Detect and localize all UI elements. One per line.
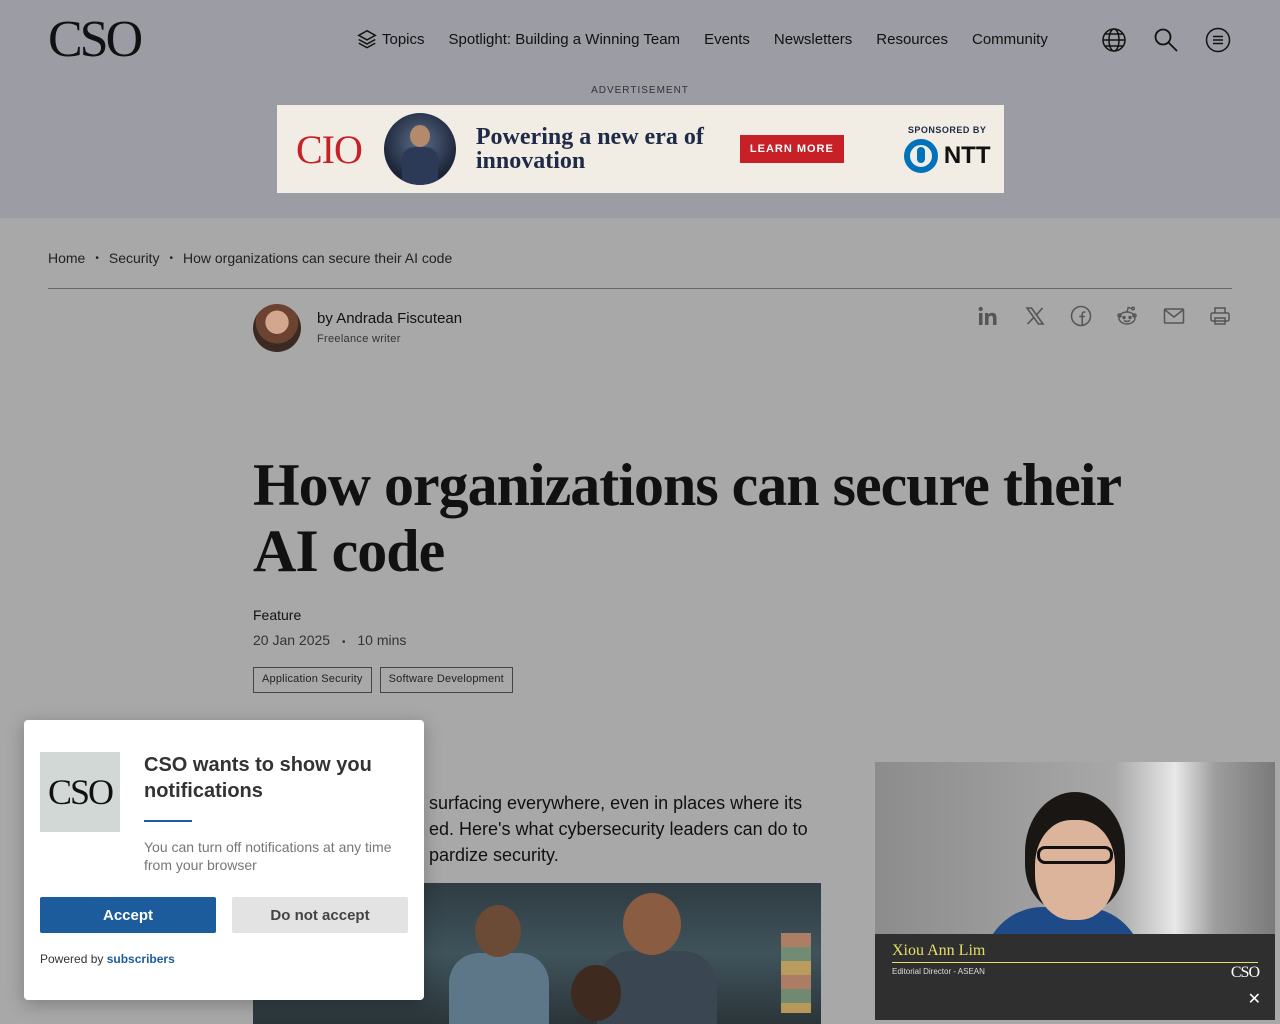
video-speaker-role: Editorial Director - ASEAN bbox=[892, 967, 985, 976]
nav-resources[interactable]: Resources bbox=[876, 31, 948, 48]
subscribers-link[interactable]: subscribers bbox=[107, 952, 175, 966]
nav-topics-label: Topics bbox=[382, 30, 425, 48]
main-nav: Topics Spotlight: Building a Winning Tea… bbox=[356, 28, 1072, 50]
globe-icon[interactable] bbox=[1101, 27, 1127, 53]
article-title: How organizations can secure their AI co… bbox=[253, 452, 1121, 584]
linkedin-icon[interactable] bbox=[977, 305, 999, 327]
nav-topics[interactable]: Topics bbox=[356, 28, 425, 50]
video-speaker-name: Xiou Ann Lim bbox=[892, 942, 986, 959]
ad-brand: CIO bbox=[296, 126, 363, 172]
menu-icon[interactable] bbox=[1205, 27, 1231, 53]
article-meta: 20 Jan 2025 • 10 mins bbox=[253, 632, 406, 648]
article-read-time: 10 mins bbox=[357, 632, 407, 648]
ad-label: ADVERTISEMENT bbox=[591, 85, 689, 96]
article-dek-text: surfacing everywhere, even in places whe… bbox=[429, 793, 808, 865]
ntt-ring-icon bbox=[903, 139, 938, 173]
hero-sticky-notes bbox=[781, 933, 811, 1013]
author-byline: by Andrada Fiscutean bbox=[317, 310, 462, 327]
close-icon[interactable]: ✕ bbox=[1248, 992, 1261, 1008]
tag-application-security[interactable]: Application Security bbox=[253, 667, 372, 693]
ntt-logo: NTT bbox=[903, 139, 991, 173]
article-kicker: Feature bbox=[253, 607, 302, 623]
author-role: Freelance writer bbox=[317, 333, 401, 345]
facebook-icon[interactable] bbox=[1070, 305, 1092, 327]
search-icon[interactable] bbox=[1153, 27, 1179, 53]
author-avatar[interactable] bbox=[253, 304, 301, 352]
nav-community[interactable]: Community bbox=[972, 31, 1048, 48]
tag-software-development[interactable]: Software Development bbox=[379, 667, 513, 693]
ad-sponsor-label: SPONSORED BY bbox=[907, 125, 987, 135]
x-icon[interactable] bbox=[1024, 305, 1046, 327]
breadcrumb-current: How organizations can secure their AI co… bbox=[182, 250, 453, 266]
video-logo: CSO bbox=[1230, 964, 1260, 981]
reddit-icon[interactable] bbox=[1116, 305, 1138, 327]
layers-icon bbox=[357, 29, 377, 49]
ad-learn-more-button[interactable]: LEARN MORE bbox=[739, 135, 844, 163]
print-icon[interactable] bbox=[1209, 305, 1231, 327]
email-icon[interactable] bbox=[1163, 305, 1185, 327]
article-tags: Application Security Software Developmen… bbox=[253, 667, 521, 693]
nav-events[interactable]: Events bbox=[704, 31, 750, 48]
notification-title: CSO wants to show you notifications bbox=[144, 754, 372, 802]
video-speaker-glasses bbox=[1037, 846, 1113, 864]
site-logo[interactable]: CSO bbox=[48, 14, 143, 66]
notification-divider bbox=[144, 820, 192, 822]
ad-photo bbox=[383, 113, 456, 185]
breadcrumb-security[interactable]: Security bbox=[109, 250, 160, 266]
powered-by: Powered by subscribers bbox=[40, 952, 175, 966]
video-player[interactable]: Xiou Ann Lim Editorial Director - ASEAN … bbox=[875, 762, 1275, 1020]
author-by: by bbox=[317, 310, 333, 327]
video-speaker-face bbox=[1035, 820, 1115, 920]
powered-by-prefix: Powered by bbox=[40, 952, 104, 966]
notification-body: You can turn off notifications at any ti… bbox=[144, 839, 392, 873]
ad-headline: Powering a new era of innovation bbox=[475, 124, 704, 174]
author-name[interactable]: Andrada Fiscutean bbox=[336, 310, 462, 327]
hero-figure bbox=[475, 905, 521, 957]
article-date: 20 Jan 2025 bbox=[253, 632, 331, 648]
hero-figure bbox=[571, 965, 621, 1021]
nav-newsletters[interactable]: Newsletters bbox=[774, 31, 852, 48]
breadcrumb-separator: • bbox=[95, 252, 99, 264]
hero-figure bbox=[623, 893, 681, 955]
site-header: CSO Topics Spotlight: Building a Winning… bbox=[0, 0, 1280, 218]
divider bbox=[48, 288, 1232, 289]
breadcrumb-separator: • bbox=[169, 252, 173, 264]
breadcrumb: Home • Security • How organizations can … bbox=[48, 250, 452, 266]
accept-button[interactable]: Accept bbox=[40, 897, 216, 933]
do-not-accept-button[interactable]: Do not accept bbox=[232, 897, 408, 933]
meta-separator: • bbox=[341, 637, 346, 648]
breadcrumb-home[interactable]: Home bbox=[48, 250, 85, 266]
ad-banner[interactable]: CIO Powering a new era of innovation LEA… bbox=[277, 105, 1004, 193]
notification-dialog: CSO CSO wants to show you notifications … bbox=[24, 720, 424, 1000]
ntt-text: NTT bbox=[943, 142, 991, 169]
hero-figure bbox=[449, 953, 549, 1024]
video-name-divider bbox=[892, 962, 1258, 963]
nav-spotlight[interactable]: Spotlight: Building a Winning Team bbox=[449, 31, 681, 48]
ad-sponsor: SPONSORED BY NTT bbox=[903, 125, 991, 173]
notification-logo: CSO bbox=[40, 752, 120, 832]
